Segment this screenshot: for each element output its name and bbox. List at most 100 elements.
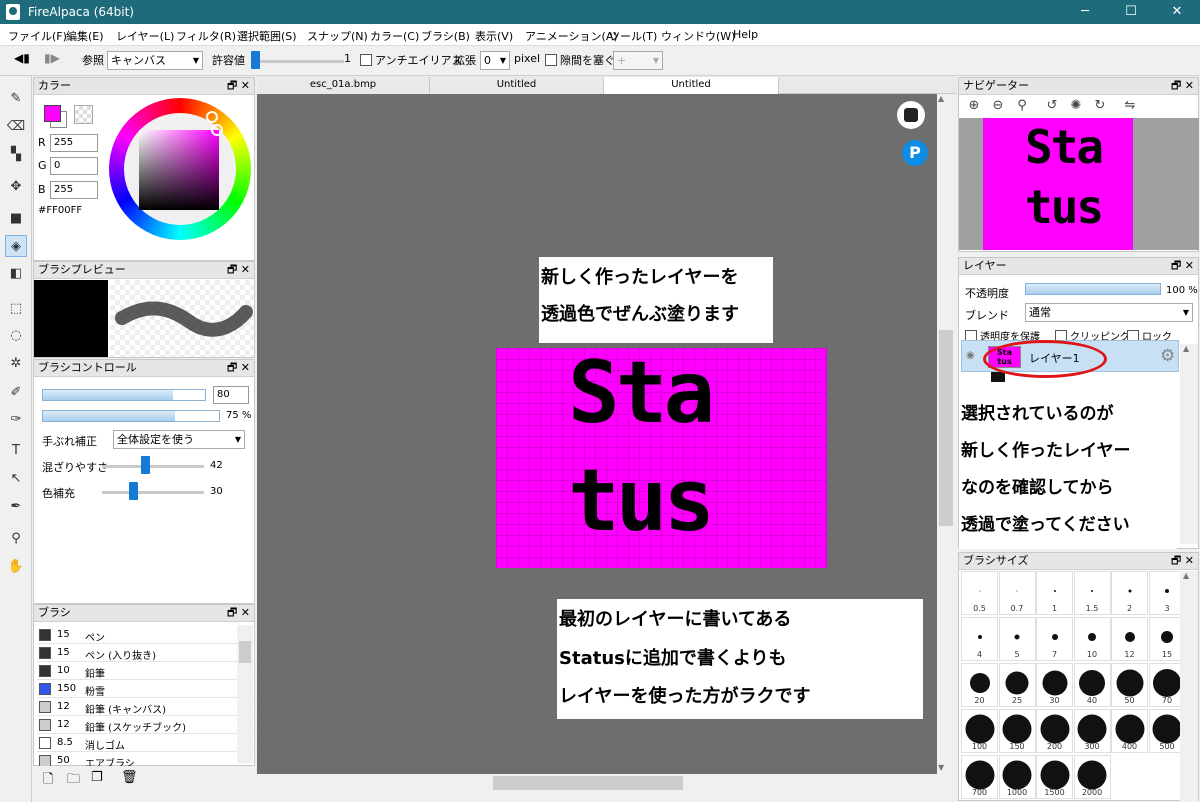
- layers-scrollbar[interactable]: ▲: [1180, 344, 1198, 544]
- brush-size-option[interactable]: 4: [961, 617, 998, 661]
- select-rect-icon[interactable]: ⬚: [5, 298, 27, 320]
- brush-size-option[interactable]: 0.5: [961, 571, 998, 615]
- color-fill-slider-track[interactable]: [102, 491, 204, 494]
- horizontal-scroll-thumb[interactable]: [493, 776, 683, 790]
- dot-icon[interactable]: ▚: [5, 144, 27, 166]
- rotate-left-icon[interactable]: ↺: [1043, 97, 1061, 115]
- folder-icon[interactable]: 🗀: [67, 770, 80, 792]
- menu-view[interactable]: 表示(V): [475, 28, 513, 44]
- fill-rect-icon[interactable]: ■: [5, 208, 27, 230]
- menu-filter[interactable]: フィルタ(R): [176, 28, 236, 44]
- zoom-fit-icon[interactable]: ⚲: [1013, 97, 1031, 115]
- blend-select[interactable]: 通常 ▼: [1025, 303, 1193, 322]
- magic-wand-icon[interactable]: ✲: [5, 353, 27, 375]
- brush-size-option[interactable]: 200: [1036, 709, 1073, 753]
- lasso-icon[interactable]: ◌: [5, 325, 27, 347]
- menu-animation[interactable]: アニメーション(A): [525, 28, 618, 44]
- mix-slider-thumb[interactable]: [140, 456, 150, 474]
- color-fill-slider-thumb[interactable]: [128, 482, 138, 500]
- brush-list-item[interactable]: 15 ペン (入り抜き): [37, 644, 266, 662]
- brush-size-option[interactable]: 150: [998, 709, 1036, 753]
- pen-icon[interactable]: ✎: [5, 88, 27, 110]
- text-icon[interactable]: T: [5, 440, 27, 462]
- brush-size-option[interactable]: 100: [961, 709, 998, 753]
- minimize-button[interactable]: ─: [1062, 0, 1108, 24]
- saturation-value-square[interactable]: [139, 130, 219, 210]
- b-input[interactable]: 255: [50, 181, 98, 199]
- brush-size-option[interactable]: 0.7: [998, 571, 1036, 615]
- brush-list-item[interactable]: 15 ペン: [37, 626, 266, 644]
- antialias-checkbox[interactable]: アンチエイリアス: [360, 52, 463, 68]
- tolerance-slider-thumb[interactable]: [251, 51, 260, 69]
- tab-untitled-1[interactable]: Untitled: [430, 77, 604, 94]
- menu-tools[interactable]: ツール(T): [609, 28, 657, 44]
- scroll-down-icon[interactable]: ▼: [938, 763, 944, 772]
- duplicate-icon[interactable]: ❐: [91, 770, 103, 785]
- menu-snap[interactable]: スナップ(N): [307, 28, 368, 44]
- brush-size-option[interactable]: 1: [1036, 571, 1073, 615]
- prev-frame-icon[interactable]: ◀▮: [14, 51, 30, 65]
- brush-list-item[interactable]: 150 粉雪: [37, 680, 266, 698]
- brush-size-option[interactable]: 2: [1111, 571, 1148, 615]
- brush-list-item[interactable]: 12 鉛筆 (スケッチブック): [37, 716, 266, 734]
- alpaca-icon[interactable]: [897, 101, 925, 129]
- panel-controls-icon[interactable]: 🗗 ✕: [1171, 78, 1194, 94]
- ref-select[interactable]: キャンバス ▼: [107, 51, 203, 70]
- close-button[interactable]: ✕: [1154, 0, 1200, 24]
- trash-icon[interactable]: 🗑: [121, 770, 138, 785]
- brush-size-option[interactable]: 300: [1073, 709, 1111, 753]
- rotate-right-icon[interactable]: ↻: [1091, 97, 1109, 115]
- brush-size-option[interactable]: 2000: [1073, 755, 1111, 799]
- panel-controls-icon[interactable]: 🗗 ✕: [1171, 553, 1194, 569]
- expand-select[interactable]: 0 ▼: [480, 51, 510, 70]
- gear-icon[interactable]: ⚙: [1160, 346, 1175, 366]
- brush-size-option[interactable]: 30: [1036, 663, 1073, 707]
- layer-opacity-bar[interactable]: [1025, 283, 1161, 295]
- menu-help[interactable]: Help: [733, 28, 758, 41]
- menu-window[interactable]: ウィンドウ(W): [661, 28, 735, 44]
- eraser-icon[interactable]: ⌫: [5, 116, 27, 138]
- close-gap-checkbox[interactable]: 隙間を塞ぐ: [545, 52, 615, 68]
- new-brush-icon[interactable]: 🗋: [43, 770, 53, 792]
- flip-icon[interactable]: ⇋: [1121, 97, 1139, 115]
- maximize-button[interactable]: ☐: [1108, 0, 1154, 24]
- menu-layer[interactable]: レイヤー(L): [116, 28, 174, 44]
- brush-size-option[interactable]: 50: [1111, 663, 1148, 707]
- zoom-in-icon[interactable]: ⊕: [965, 97, 983, 115]
- menu-selection[interactable]: 選択範囲(S): [237, 28, 297, 44]
- brush-size-bar[interactable]: [42, 389, 206, 401]
- eyedropper-icon[interactable]: ⚲: [5, 528, 27, 550]
- brush-size-option[interactable]: 25: [998, 663, 1036, 707]
- brush-size-scrollbar[interactable]: ▲: [1180, 571, 1198, 801]
- mix-slider-track[interactable]: [102, 465, 204, 468]
- panel-controls-icon[interactable]: 🗗 ✕: [227, 360, 250, 376]
- dropper-pen-icon[interactable]: ✒: [5, 496, 27, 518]
- scroll-up-icon[interactable]: ▲: [938, 94, 944, 103]
- menu-edit[interactable]: 編集(E): [66, 28, 104, 44]
- bucket-icon[interactable]: ◈: [5, 235, 27, 257]
- brush-size-option[interactable]: 700: [961, 755, 998, 799]
- g-input[interactable]: 0: [50, 157, 98, 175]
- close-gap-select[interactable]: + ▼: [613, 51, 663, 70]
- brush-size-option[interactable]: 1500: [1036, 755, 1073, 799]
- operation-icon[interactable]: ↖: [5, 468, 27, 490]
- brush-list-item[interactable]: 8.5 消しゴム: [37, 734, 266, 752]
- brush-opacity-bar[interactable]: [42, 410, 220, 422]
- brush-size-option[interactable]: 5: [998, 617, 1036, 661]
- hue-picker[interactable]: [206, 111, 218, 123]
- canvas-area[interactable]: P Sta tus 新しく作ったレイヤーを 透過色でぜんぶ塗ります 最初のレイヤ…: [257, 94, 937, 774]
- canvas-horizontal-scrollbar[interactable]: [257, 774, 937, 792]
- navigator-view[interactable]: Sta tus: [959, 118, 1199, 250]
- brush-size-option[interactable]: 20: [961, 663, 998, 707]
- brush-list-item[interactable]: 12 鉛筆 (キャンバス): [37, 698, 266, 716]
- next-frame-icon[interactable]: ▮▶: [44, 51, 60, 65]
- brush-size-option[interactable]: 1.5: [1073, 571, 1111, 615]
- color-picker[interactable]: [211, 124, 223, 136]
- pixiv-icon[interactable]: P: [902, 140, 928, 166]
- brush-size-option[interactable]: 1000: [998, 755, 1036, 799]
- brush-size-option[interactable]: 10: [1073, 617, 1111, 661]
- panel-controls-icon[interactable]: 🗗 ✕: [1171, 258, 1194, 274]
- menu-color[interactable]: カラー(C): [370, 28, 419, 44]
- hand-icon[interactable]: ✋: [5, 556, 27, 578]
- menu-brush[interactable]: ブラシ(B): [421, 28, 470, 44]
